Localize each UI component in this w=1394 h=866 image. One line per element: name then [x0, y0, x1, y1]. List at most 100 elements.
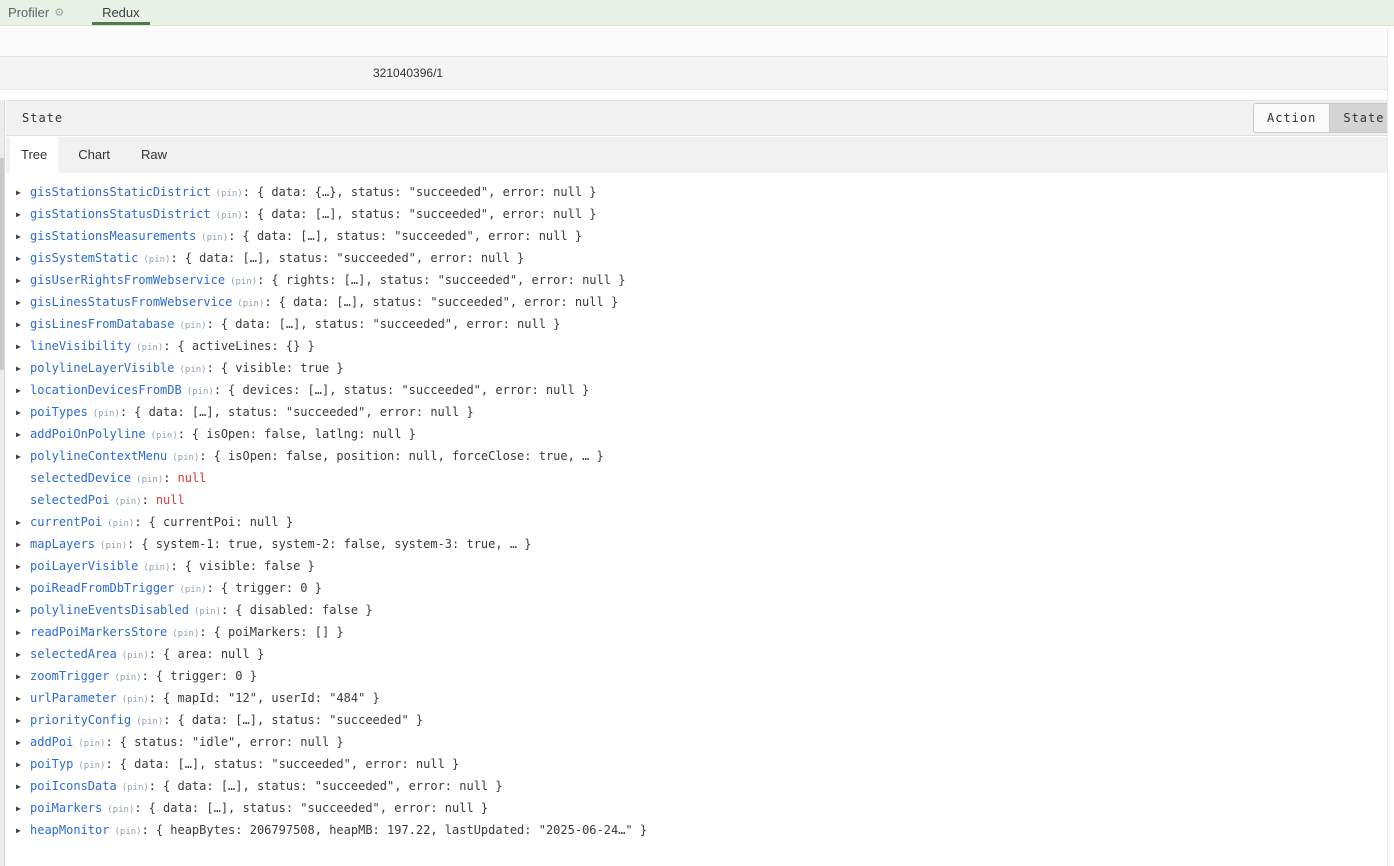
expand-arrow-icon[interactable]: ▶: [16, 754, 30, 776]
expand-arrow-icon[interactable]: ▶: [16, 820, 30, 842]
expand-arrow-icon[interactable]: ▶: [16, 204, 30, 226]
state-key[interactable]: heapMonitor: [30, 823, 109, 837]
state-key[interactable]: poiReadFromDbTrigger: [30, 581, 175, 595]
expand-arrow-icon[interactable]: ▶: [16, 402, 30, 424]
expand-arrow-icon[interactable]: ▶: [16, 578, 30, 600]
tree-row[interactable]: ▶gisLinesFromDatabase(pin):{ data: […], …: [6, 313, 1387, 335]
pin-link[interactable]: (pin): [114, 673, 141, 683]
tree-row[interactable]: ▶addPoi(pin):{ status: "idle", error: nu…: [6, 731, 1387, 753]
tree-row[interactable]: ▶polylineContextMenu(pin):{ isOpen: fals…: [6, 445, 1387, 467]
expand-arrow-icon[interactable]: ▶: [16, 776, 30, 798]
state-key[interactable]: poiTyp: [30, 757, 73, 771]
state-key[interactable]: poiTypes: [30, 405, 88, 419]
pin-link[interactable]: (pin): [78, 739, 105, 749]
tree-row[interactable]: ▶gisStationsStaticDistrict(pin):{ data: …: [6, 181, 1387, 203]
tab-action[interactable]: Action: [1253, 103, 1330, 133]
expand-arrow-icon[interactable]: ▶: [16, 182, 30, 204]
pin-link[interactable]: (pin): [136, 343, 163, 353]
tree-row[interactable]: ▶poiTypes(pin):{ data: […], status: "suc…: [6, 401, 1387, 423]
panel-resizer[interactable]: [0, 100, 5, 866]
tree-row[interactable]: ▶heapMonitor(pin):{ heapBytes: 206797508…: [6, 819, 1387, 841]
state-key[interactable]: gisStationsStatusDistrict: [30, 207, 211, 221]
pin-link[interactable]: (pin): [93, 409, 120, 419]
expand-arrow-icon[interactable]: ▶: [16, 226, 30, 248]
expand-arrow-icon[interactable]: ▶: [16, 666, 30, 688]
tab-raw[interactable]: Raw: [130, 137, 178, 173]
pin-link[interactable]: (pin): [143, 255, 170, 265]
state-key[interactable]: zoomTrigger: [30, 669, 109, 683]
tree-row[interactable]: ▶poiMarkers(pin):{ data: […], status: "s…: [6, 797, 1387, 819]
expand-arrow-icon[interactable]: ▶: [16, 556, 30, 578]
pin-link[interactable]: (pin): [122, 651, 149, 661]
tree-row[interactable]: ▶readPoiMarkersStore(pin):{ poiMarkers: …: [6, 621, 1387, 643]
tree-row[interactable]: ▶lineVisibility(pin):{ activeLines: {} }: [6, 335, 1387, 357]
tab-profiler[interactable]: Profiler ⚙: [0, 0, 74, 25]
tree-row[interactable]: ▶locationDevicesFromDB(pin):{ devices: […: [6, 379, 1387, 401]
tree-row[interactable]: ▶urlParameter(pin):{ mapId: "12", userId…: [6, 687, 1387, 709]
tree-row[interactable]: ▶poiLayerVisible(pin):{ visible: false }: [6, 555, 1387, 577]
state-key[interactable]: selectedPoi: [30, 493, 109, 507]
tree-row[interactable]: ▶gisSystemStatic(pin):{ data: […], statu…: [6, 247, 1387, 269]
expand-arrow-icon[interactable]: ▶: [16, 644, 30, 666]
pin-link[interactable]: (pin): [143, 563, 170, 573]
pin-link[interactable]: (pin): [78, 761, 105, 771]
expand-arrow-icon[interactable]: ▶: [16, 248, 30, 270]
expand-arrow-icon[interactable]: ▶: [16, 534, 30, 556]
expand-arrow-icon[interactable]: ▶: [16, 512, 30, 534]
expand-arrow-icon[interactable]: ▶: [16, 688, 30, 710]
action-list-item[interactable]: 321040396/1: [0, 57, 1394, 90]
tree-row[interactable]: ▶gisStationsStatusDistrict(pin):{ data: …: [6, 203, 1387, 225]
expand-arrow-icon[interactable]: ▶: [16, 336, 30, 358]
pin-link[interactable]: (pin): [230, 277, 257, 287]
pin-link[interactable]: (pin): [216, 189, 243, 199]
expand-arrow-icon[interactable]: ▶: [16, 314, 30, 336]
expand-arrow-icon[interactable]: ▶: [16, 270, 30, 292]
pin-link[interactable]: (pin): [107, 519, 134, 529]
tree-row[interactable]: ▶gisUserRightsFromWebservice(pin):{ righ…: [6, 269, 1387, 291]
tree-row[interactable]: ▶polylineLayerVisible(pin):{ visible: tr…: [6, 357, 1387, 379]
expand-arrow-icon[interactable]: ▶: [16, 358, 30, 380]
tree-row[interactable]: ▶gisStationsMeasurements(pin):{ data: [……: [6, 225, 1387, 247]
vertical-scrollbar[interactable]: [1387, 27, 1394, 866]
state-key[interactable]: selectedArea: [30, 647, 117, 661]
pin-link[interactable]: (pin): [151, 431, 178, 441]
pin-link[interactable]: (pin): [122, 695, 149, 705]
state-key[interactable]: addPoi: [30, 735, 73, 749]
tree-row[interactable]: ▶mapLayers(pin):{ system-1: true, system…: [6, 533, 1387, 555]
tree-row[interactable]: ▶zoomTrigger(pin):{ trigger: 0 }: [6, 665, 1387, 687]
state-key[interactable]: currentPoi: [30, 515, 102, 529]
expand-arrow-icon[interactable]: ▶: [16, 710, 30, 732]
tree-row[interactable]: ▶poiTyp(pin):{ data: […], status: "succe…: [6, 753, 1387, 775]
pin-link[interactable]: (pin): [180, 321, 207, 331]
state-key[interactable]: addPoiOnPolyline: [30, 427, 146, 441]
state-key[interactable]: lineVisibility: [30, 339, 131, 353]
tree-row[interactable]: ▶gisLinesStatusFromWebservice(pin):{ dat…: [6, 291, 1387, 313]
pin-link[interactable]: (pin): [237, 299, 264, 309]
pin-link[interactable]: (pin): [172, 453, 199, 463]
state-key[interactable]: poiLayerVisible: [30, 559, 138, 573]
state-key[interactable]: gisStationsStaticDistrict: [30, 185, 211, 199]
state-key[interactable]: gisLinesStatusFromWebservice: [30, 295, 232, 309]
state-key[interactable]: urlParameter: [30, 691, 117, 705]
state-key[interactable]: readPoiMarkersStore: [30, 625, 167, 639]
expand-arrow-icon[interactable]: ▶: [16, 424, 30, 446]
tree-row[interactable]: ▶poiIconsData(pin):{ data: […], status: …: [6, 775, 1387, 797]
state-key[interactable]: gisSystemStatic: [30, 251, 138, 265]
state-key[interactable]: poiIconsData: [30, 779, 117, 793]
tab-state[interactable]: State: [1329, 103, 1394, 133]
tab-tree[interactable]: Tree: [10, 137, 58, 173]
tree-row[interactable]: ▶selectedDevice(pin):null: [6, 467, 1387, 489]
tree-row[interactable]: ▶selectedPoi(pin):null: [6, 489, 1387, 511]
state-key[interactable]: poiMarkers: [30, 801, 102, 815]
pin-link[interactable]: (pin): [136, 717, 163, 727]
state-key[interactable]: polylineLayerVisible: [30, 361, 175, 375]
expand-arrow-icon[interactable]: ▶: [16, 292, 30, 314]
state-key[interactable]: gisLinesFromDatabase: [30, 317, 175, 331]
expand-arrow-icon[interactable]: ▶: [16, 622, 30, 644]
tree-row[interactable]: ▶poiReadFromDbTrigger(pin):{ trigger: 0 …: [6, 577, 1387, 599]
panel-resizer-thumb[interactable]: [0, 158, 4, 370]
state-key[interactable]: locationDevicesFromDB: [30, 383, 182, 397]
expand-arrow-icon[interactable]: ▶: [16, 600, 30, 622]
tree-row[interactable]: ▶addPoiOnPolyline(pin):{ isOpen: false, …: [6, 423, 1387, 445]
expand-arrow-icon[interactable]: ▶: [16, 446, 30, 468]
